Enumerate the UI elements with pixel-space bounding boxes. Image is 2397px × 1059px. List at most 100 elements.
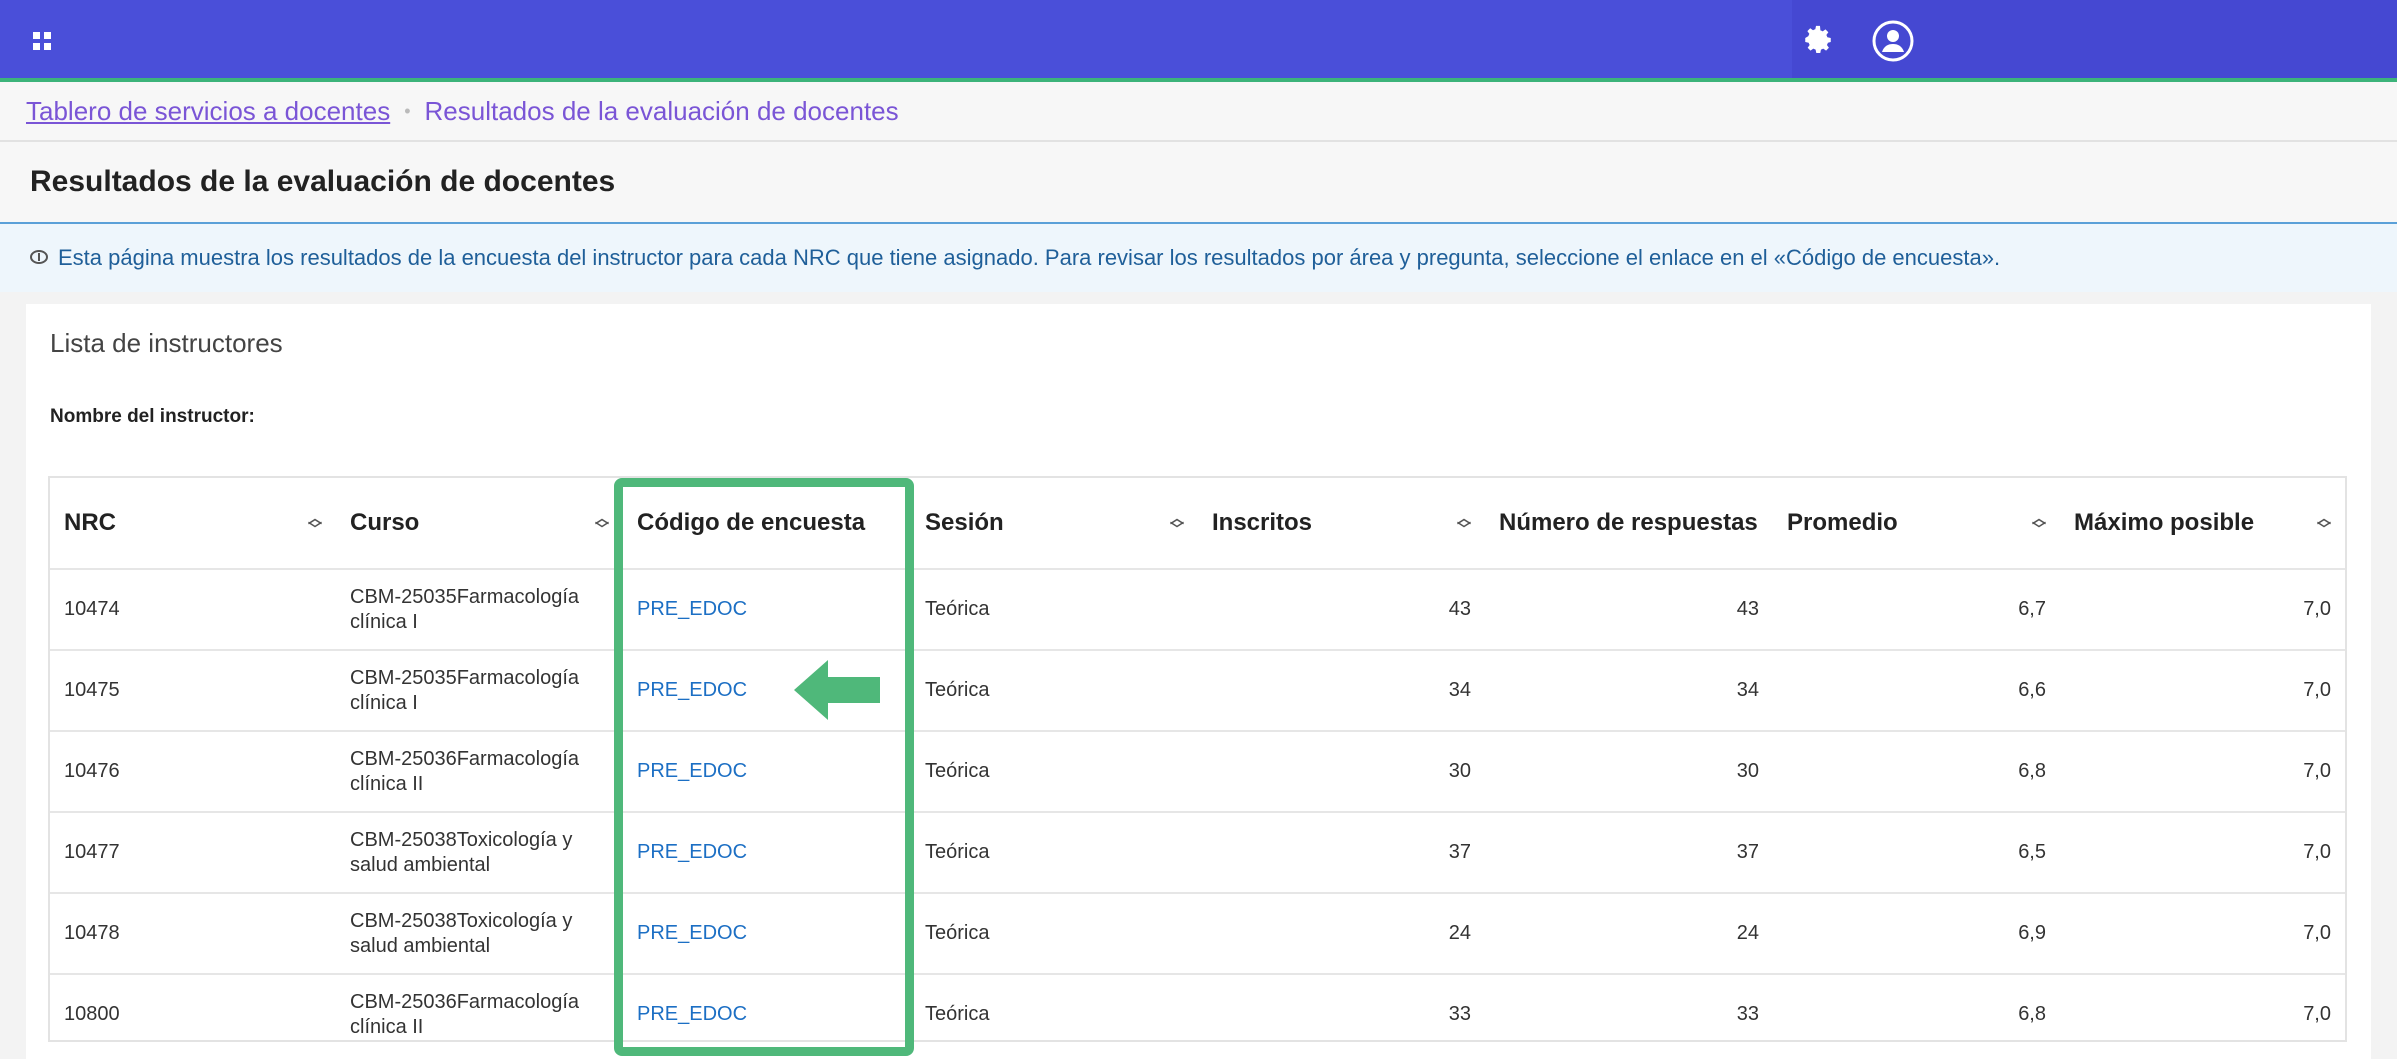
cell-curso-text: CBM-25038Toxicología y salud ambiental [350,909,573,957]
cell-promedio: 6,8 [1773,730,2060,812]
sort-icon[interactable]: ︿ ﹀ [1457,511,1471,536]
cell-respuestas-text: 43 [1736,598,1759,620]
cell-maximo-text: 7,0 [2303,922,2331,944]
column-header-promedio[interactable]: Promedio ︿ ﹀ [1773,478,2060,569]
cell-sesion: Teórica [911,973,1198,1054]
cell-nrc-text: 10477 [64,841,120,863]
page-title: Resultados de la evaluación de docentes [30,165,616,198]
survey-code-link[interactable]: PRE_EDOC [637,679,747,701]
cell-sesion: Teórica [911,811,1198,893]
sort-icon[interactable]: ︿ ﹀ [2032,511,2046,536]
breadcrumb-home-link[interactable]: Tablero de servicios a docentes [26,96,390,127]
cell-nrc: 10474 [50,568,336,650]
cell-promedio: 6,8 [1773,973,2060,1054]
column-header-label: Inscritos [1212,509,1313,536]
cell-inscritos-text: 24 [1448,922,1471,944]
instructor-name-label: Nombre del instructor: [50,406,255,427]
survey-code-link[interactable]: PRE_EDOC [637,1003,747,1025]
cell-sesion-text: Teórica [925,1003,990,1025]
survey-code-link[interactable]: PRE_EDOC [637,922,747,944]
cell-codigo: PRE_EDOC [623,892,911,974]
cell-promedio-text: 6,8 [2018,760,2046,782]
column-header-sesion[interactable]: Sesión ︿ ﹀ [911,478,1198,569]
column-header-curso[interactable]: Curso ︿ ﹀ [336,478,623,569]
cell-respuestas: 33 [1485,973,1773,1054]
sort-icon[interactable]: ︿ ﹀ [2317,511,2331,536]
column-header-label: Código de encuesta [637,509,866,536]
cell-maximo-text: 7,0 [2303,760,2331,782]
cell-nrc: 10477 [50,811,336,893]
gear-icon[interactable] [1798,20,1838,60]
apps-grid-icon[interactable] [26,18,58,64]
info-text: Esta página muestra los resultados de la… [58,245,2001,270]
cell-inscritos: 43 [1198,568,1485,650]
user-icon[interactable] [1872,20,1914,62]
cell-maximo-text: 7,0 [2303,679,2331,701]
column-header-inscritos[interactable]: Inscritos ︿ ﹀ [1198,478,1485,569]
top-navigation-bar [0,0,2397,82]
cell-inscritos-text: 37 [1448,841,1471,863]
cell-nrc-text: 10476 [64,760,120,782]
cell-respuestas: 43 [1485,568,1773,650]
cell-promedio-text: 6,8 [2018,1003,2046,1025]
breadcrumb-separator: • [404,100,411,121]
survey-code-link[interactable]: PRE_EDOC [637,760,747,782]
cell-promedio-text: 6,9 [2018,922,2046,944]
cell-maximo: 7,0 [2060,730,2345,812]
cell-sesion-text: Teórica [925,760,990,782]
cell-respuestas: 34 [1485,649,1773,731]
table-row: 10800 CBM-25036Farmacología clínica II PRE… [50,973,2345,1054]
cell-inscritos: 34 [1198,649,1485,731]
cell-nrc-text: 10475 [64,679,120,701]
cell-maximo: 7,0 [2060,649,2345,731]
cell-curso-text: CBM-25038Toxicología y salud ambiental [350,828,573,876]
survey-code-link[interactable]: PRE_EDOC [637,841,747,863]
cell-respuestas: 37 [1485,811,1773,893]
cell-inscritos: 24 [1198,892,1485,974]
table-row: 10477 CBM-25038Toxicología y salud ambien… [50,811,2345,893]
cell-maximo: 7,0 [2060,892,2345,974]
cell-nrc-text: 10474 [64,598,120,620]
cell-curso: CBM-25036Farmacología clínica II [336,730,623,812]
info-banner: Esta página muestra los resultados de la… [0,224,2397,292]
column-header-label: Sesión [925,509,1004,536]
column-header-label: Promedio [1787,509,1898,536]
column-header-label: NRC [64,509,116,536]
cell-respuestas-text: 30 [1736,760,1759,782]
table-row: 10474 CBM-25035Farmacología clínica I PRE_… [50,568,2345,650]
cell-codigo: PRE_EDOC [623,649,911,731]
cell-curso-text: CBM-25036Farmacología clínica II [350,990,579,1038]
cell-promedio: 6,6 [1773,649,2060,731]
column-header-codigo: Código de encuesta [623,478,911,569]
cell-sesion-text: Teórica [925,922,990,944]
cell-inscritos: 37 [1198,811,1485,893]
breadcrumb-current: Resultados de la evaluación de docentes [424,95,899,126]
sort-icon[interactable]: ︿ ﹀ [308,511,322,536]
cell-sesion: Teórica [911,730,1198,812]
cell-nrc-text: 10800 [64,1003,120,1025]
cell-sesion: Teórica [911,649,1198,731]
cell-curso: CBM-25035Farmacología clínica I [336,649,623,731]
info-icon [30,248,48,269]
sort-icon[interactable]: ︿ ﹀ [595,511,609,536]
column-header-label: Máximo posible [2074,509,2255,536]
cell-inscritos-text: 34 [1448,679,1471,701]
cell-maximo: 7,0 [2060,973,2345,1054]
cell-curso: CBM-25036Farmacología clínica II [336,973,623,1054]
cell-promedio: 6,5 [1773,811,2060,893]
results-table: NRC ︿ ﹀ Curso ︿ ﹀ Código de encuesta Sesió… [48,476,2347,1054]
cell-nrc-text: 10478 [64,922,120,944]
cell-respuestas: 30 [1485,730,1773,812]
sort-icon[interactable]: ︿ ﹀ [1170,511,1184,536]
cell-maximo-text: 7,0 [2303,1003,2331,1025]
breadcrumb: Tablero de servicios a docentes • Result… [0,82,2397,142]
cell-inscritos-text: 30 [1448,760,1471,782]
table-row: 10478 CBM-25038Toxicología y salud ambien… [50,892,2345,974]
survey-code-link[interactable]: PRE_EDOC [637,598,747,620]
cell-sesion-text: Teórica [925,841,990,863]
cell-curso: CBM-25035Farmacología clínica I [336,568,623,650]
column-header-maximo[interactable]: Máximo posible ︿ ﹀ [2060,478,2345,569]
cell-promedio-text: 6,5 [2018,841,2046,863]
column-header-respuestas: Número de respuestas [1485,478,1773,569]
column-header-nrc[interactable]: NRC ︿ ﹀ [50,478,336,569]
